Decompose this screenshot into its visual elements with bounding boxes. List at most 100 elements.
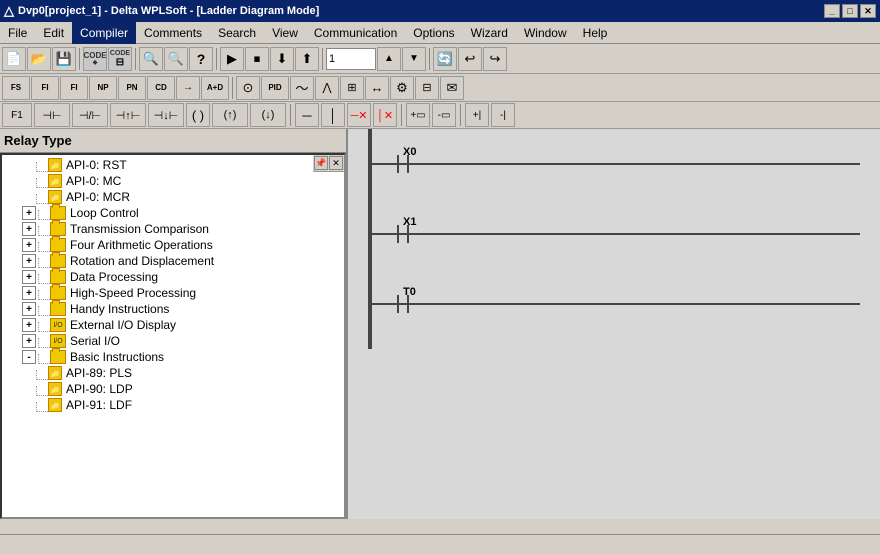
- del-col-button[interactable]: -|: [491, 103, 515, 127]
- plc-btn-arrow2[interactable]: ↔: [365, 76, 389, 100]
- code-icon: CODE: [83, 52, 106, 60]
- expand-external-io[interactable]: +: [22, 318, 36, 332]
- conn-h-button[interactable]: ─: [295, 103, 319, 127]
- plc-btn-zigzag[interactable]: ⋀: [315, 76, 339, 100]
- menu-wizard[interactable]: Wizard: [463, 22, 516, 44]
- tree-item-rst[interactable]: 📁 API-0: RST: [2, 157, 344, 173]
- plc-btn-fs[interactable]: FS: [2, 76, 30, 100]
- run-button[interactable]: ▶: [220, 47, 244, 71]
- expand-data-processing[interactable]: +: [22, 270, 36, 284]
- tree-item-rotation[interactable]: + Rotation and Displacement: [2, 253, 344, 269]
- tree-item-handy[interactable]: + Handy Instructions: [2, 301, 344, 317]
- open-button[interactable]: 📂: [27, 47, 51, 71]
- menu-edit[interactable]: Edit: [35, 22, 72, 44]
- expand-rotation[interactable]: +: [22, 254, 36, 268]
- new-button[interactable]: 📄: [2, 47, 26, 71]
- conn-v-button[interactable]: │: [321, 103, 345, 127]
- plc-btn-cd[interactable]: CD: [147, 76, 175, 100]
- toolbar-sep-4: [322, 48, 323, 70]
- f3-button[interactable]: ⊣/⊢: [72, 103, 108, 127]
- menu-window[interactable]: Window: [516, 22, 575, 44]
- f6-button[interactable]: ( ): [186, 103, 210, 127]
- tree-item-loop-control[interactable]: + Loop Control: [2, 205, 344, 221]
- plc-btn-gear[interactable]: ⚙: [390, 76, 414, 100]
- plc-btn-ad[interactable]: A+D: [201, 76, 229, 100]
- tb3-sep-3: [460, 104, 461, 126]
- tree-item-mcr[interactable]: 📁 API-0: MCR: [2, 189, 344, 205]
- refresh-button[interactable]: 🔄: [433, 47, 457, 71]
- del-h-button[interactable]: ─✕: [347, 103, 371, 127]
- tree-pin-button[interactable]: 📌: [314, 156, 328, 170]
- f4-button[interactable]: ⊣↑⊢: [110, 103, 146, 127]
- plc-btn-pn[interactable]: PN: [118, 76, 146, 100]
- close-button[interactable]: ✕: [860, 4, 876, 18]
- tree-item-serial-io[interactable]: + I/O Serial I/O: [2, 333, 344, 349]
- redo-button[interactable]: ↪: [483, 47, 507, 71]
- expand-handy[interactable]: +: [22, 302, 36, 316]
- expand-transmission[interactable]: +: [22, 222, 36, 236]
- plc-btn-columns[interactable]: ⊟: [415, 76, 439, 100]
- page-input[interactable]: [326, 48, 376, 70]
- save-button[interactable]: 💾: [52, 47, 76, 71]
- ins-col-button[interactable]: +|: [465, 103, 489, 127]
- upload-button[interactable]: ⬆: [295, 47, 319, 71]
- menu-communication[interactable]: Communication: [306, 22, 405, 44]
- menu-file[interactable]: File: [0, 22, 35, 44]
- tree-item-transmission[interactable]: + Transmission Comparison: [2, 221, 344, 237]
- minimize-button[interactable]: _: [824, 4, 840, 18]
- tree-label-data-processing: Data Processing: [70, 270, 158, 284]
- plc-btn-np[interactable]: NP: [89, 76, 117, 100]
- tree-item-external-io[interactable]: + I/O External I/O Display: [2, 317, 344, 333]
- maximize-button[interactable]: □: [842, 4, 858, 18]
- tree-item-high-speed[interactable]: + High-Speed Processing: [2, 285, 344, 301]
- tree-close-button[interactable]: ✕: [329, 156, 343, 170]
- del-row-button[interactable]: -▭: [432, 103, 456, 127]
- next-page-button[interactable]: ▼: [402, 47, 426, 71]
- plc-btn-wave[interactable]: 〜: [290, 76, 314, 100]
- plc-btn-table[interactable]: ⊞: [340, 76, 364, 100]
- del-v-button[interactable]: │✕: [373, 103, 397, 127]
- help-button[interactable]: ?: [189, 47, 213, 71]
- tree-label-mc: API-0: MC: [66, 174, 121, 188]
- expand-serial-io[interactable]: +: [22, 334, 36, 348]
- f7-button[interactable]: (↑): [212, 103, 248, 127]
- f2-button[interactable]: ⊣⊢: [34, 103, 70, 127]
- menu-options[interactable]: Options: [405, 22, 462, 44]
- menu-compiler[interactable]: Compiler: [72, 22, 136, 44]
- plc-btn-fi2[interactable]: FI: [60, 76, 88, 100]
- menu-view[interactable]: View: [264, 22, 306, 44]
- expand-high-speed[interactable]: +: [22, 286, 36, 300]
- expand-loop-control[interactable]: +: [22, 206, 36, 220]
- tree-item-mc[interactable]: 📁 API-0: MC: [2, 173, 344, 189]
- undo-button[interactable]: ↩: [458, 47, 482, 71]
- tree-item-pls[interactable]: 📁 API-89: PLS: [2, 365, 344, 381]
- plc-btn-fi[interactable]: FI: [31, 76, 59, 100]
- expand-basic[interactable]: -: [22, 350, 36, 364]
- plc-btn-mail[interactable]: ✉: [440, 76, 464, 100]
- menu-search[interactable]: Search: [210, 22, 264, 44]
- ins-row-button[interactable]: +▭: [406, 103, 430, 127]
- tree-item-four-arithmetic[interactable]: + Four Arithmetic Operations: [2, 237, 344, 253]
- tree-item-data-processing[interactable]: + Data Processing: [2, 269, 344, 285]
- zoom-out-button[interactable]: 🔍: [164, 47, 188, 71]
- menu-help[interactable]: Help: [575, 22, 616, 44]
- f5-button[interactable]: ⊣↓⊢: [148, 103, 184, 127]
- f1-button[interactable]: F1: [2, 103, 32, 127]
- f8-button[interactable]: (↓): [250, 103, 286, 127]
- stop-button[interactable]: ⏹: [245, 47, 269, 71]
- plc-btn-circle1[interactable]: ⊙: [236, 76, 260, 100]
- tree-panel[interactable]: 📌 ✕ 📁 API-0: RST 📁 AP: [0, 153, 346, 519]
- code-button[interactable]: CODE ◆: [83, 47, 107, 71]
- tree-item-ldf[interactable]: 📁 API-91: LDF: [2, 397, 344, 413]
- menu-comments[interactable]: Comments: [136, 22, 210, 44]
- tree-item-basic[interactable]: - Basic Instructions: [2, 349, 344, 365]
- plc-btn-arrow[interactable]: →: [176, 76, 200, 100]
- tree-item-ldp[interactable]: 📁 API-90: LDP: [2, 381, 344, 397]
- plc-btn-pid[interactable]: PID: [261, 76, 289, 100]
- ladder-view-button[interactable]: CODE ⊟: [108, 47, 132, 71]
- zoom-in-button[interactable]: 🔍: [139, 47, 163, 71]
- prev-page-button[interactable]: ▲: [377, 47, 401, 71]
- download-button[interactable]: ⬇: [270, 47, 294, 71]
- title-controls: _ □ ✕: [824, 4, 876, 18]
- expand-four-arithmetic[interactable]: +: [22, 238, 36, 252]
